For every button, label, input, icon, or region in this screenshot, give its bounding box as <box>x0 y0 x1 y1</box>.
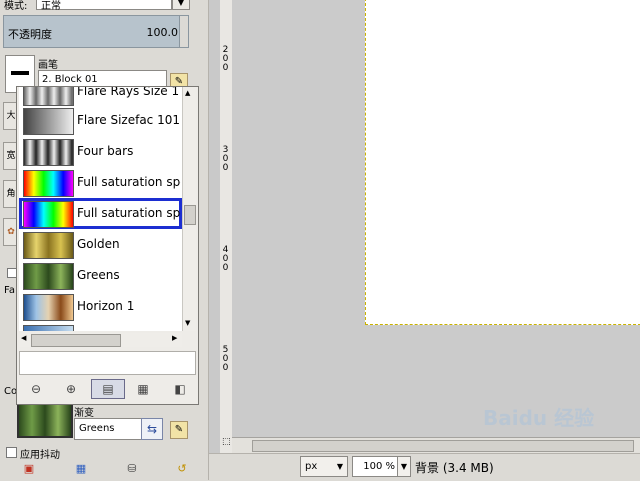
gradient-list: Flare Rays Size 1 Flare Sizefac 101 Four… <box>19 87 182 331</box>
mode-dropdown-arrow-icon[interactable]: ▼ <box>172 0 190 10</box>
gradient-item[interactable]: Full saturation spe <box>19 167 182 198</box>
zoom-dropdown-icon[interactable]: ▼ <box>397 456 411 477</box>
mode-row: 模式: 正常 ▼ <box>2 0 190 12</box>
brush-shape-icon <box>11 71 29 75</box>
grid-view-icon[interactable]: ▦ <box>132 379 154 399</box>
canvas-hscroll-thumb[interactable] <box>252 440 634 452</box>
unit-dropdown-icon: ▼ <box>336 462 343 471</box>
dock-bottom-toolbar: ▣ ▦ ⛁ ↺ <box>0 458 208 480</box>
gradient-swatch <box>23 232 74 259</box>
gradient-item[interactable]: Horizon 1 <box>19 291 182 322</box>
zoom-out-icon[interactable]: ⊖ <box>25 379 47 399</box>
gradient-swatch <box>23 139 74 166</box>
unit-select[interactable]: px ▼ <box>300 456 348 477</box>
mode-select[interactable]: 正常 <box>36 0 172 12</box>
open-gradients-dialog-icon[interactable]: ◧ <box>169 379 191 399</box>
gradient-item-label: Golden <box>77 237 120 251</box>
scroll-down-icon[interactable]: ▼ <box>185 319 190 327</box>
watermark: Baidu 经验 <box>483 406 595 430</box>
gradient-swatch <box>23 170 74 197</box>
scroll-up-icon[interactable]: ▲ <box>185 89 190 97</box>
gradient-item[interactable]: Four bars <box>19 136 182 167</box>
opacity-slider[interactable]: 不透明度 100.0 <box>3 15 189 48</box>
gradient-item-label: Greens <box>77 268 120 282</box>
image-canvas[interactable] <box>365 0 640 325</box>
gradient-item-label: Flare Sizefac 101 <box>77 113 180 127</box>
gradient-item-label: Full saturation spe <box>77 175 181 189</box>
gradient-list-vscrollbar[interactable]: ▲ ▼ <box>182 87 196 331</box>
gradient-item[interactable]: Flare Rays Size 1 <box>19 87 182 107</box>
gradient-item[interactable]: Golden <box>19 229 182 260</box>
apply-jitter-checkbox[interactable] <box>6 447 17 458</box>
gradient-item[interactable] <box>19 322 182 331</box>
mode-label: 模式: <box>4 1 28 12</box>
gradient-swatch <box>23 201 74 228</box>
scroll-right-icon[interactable]: ▶ <box>172 334 177 342</box>
gradient-item-label: Flare Rays Size 1 <box>77 87 180 98</box>
brush-title: 画笔 <box>38 60 58 71</box>
opacity-label: 不透明度 <box>8 28 52 41</box>
canvas-hscrollbar[interactable] <box>232 437 640 453</box>
delete-options-icon[interactable]: ⛁ <box>124 461 140 477</box>
gradient-title: 渐变 <box>74 408 94 419</box>
gradient-chooser-popup: Flare Rays Size 1 Flare Sizefac 101 Four… <box>16 86 199 405</box>
reverse-gradient-icon[interactable]: ⇆ <box>141 418 163 440</box>
opacity-value: 100.0 <box>146 26 179 39</box>
zoom-field[interactable]: 100 % <box>352 456 400 477</box>
gradient-swatch <box>23 108 74 135</box>
edit-gradient-icon[interactable]: ✎ <box>170 421 188 439</box>
restore-options-icon[interactable]: ▦ <box>73 461 89 477</box>
ruler-mark: 5 0 0 <box>222 345 229 373</box>
gradient-preview[interactable] <box>17 402 73 438</box>
hscroll-thumb[interactable] <box>31 334 121 347</box>
vscroll-thumb[interactable] <box>184 205 196 225</box>
unit-value: px <box>305 461 318 472</box>
gradient-swatch <box>23 263 74 290</box>
quick-mask-icon[interactable]: ⬚ <box>222 437 232 449</box>
zoom-in-icon[interactable]: ⊕ <box>60 379 82 399</box>
ruler-mark: 3 0 0 <box>222 145 229 173</box>
gradient-swatch <box>23 87 74 106</box>
gradient-list-hscrollbar[interactable]: ◀ ▶ <box>19 333 182 347</box>
opacity-spinner[interactable] <box>179 16 188 47</box>
gradient-swatch <box>23 294 74 321</box>
layer-info: 背景 (3.4 MB) <box>415 461 494 475</box>
gradient-filter-input[interactable] <box>19 351 196 375</box>
gradient-name-field[interactable]: Greens <box>74 418 142 440</box>
gradient-item-label: Horizon 1 <box>77 299 135 313</box>
gradient-swatch <box>23 325 74 331</box>
scroll-left-icon[interactable]: ◀ <box>21 334 26 342</box>
gradient-item-label: Four bars <box>77 144 134 158</box>
gradient-item[interactable]: Greens <box>19 260 182 291</box>
gradient-item-label: Full saturation spe <box>77 206 181 220</box>
reset-options-icon[interactable]: ↺ <box>174 461 190 477</box>
gradient-item[interactable]: Flare Sizefac 101 <box>19 105 182 136</box>
list-view-icon[interactable]: ▤ <box>91 379 125 399</box>
ruler-mark: 4 0 0 <box>222 245 229 273</box>
gradient-item-selected[interactable]: Full saturation spe <box>19 198 182 229</box>
ruler-mark: 2 0 0 <box>222 45 229 73</box>
fade-label: Fa <box>4 285 15 296</box>
save-options-icon[interactable]: ▣ <box>21 461 37 477</box>
